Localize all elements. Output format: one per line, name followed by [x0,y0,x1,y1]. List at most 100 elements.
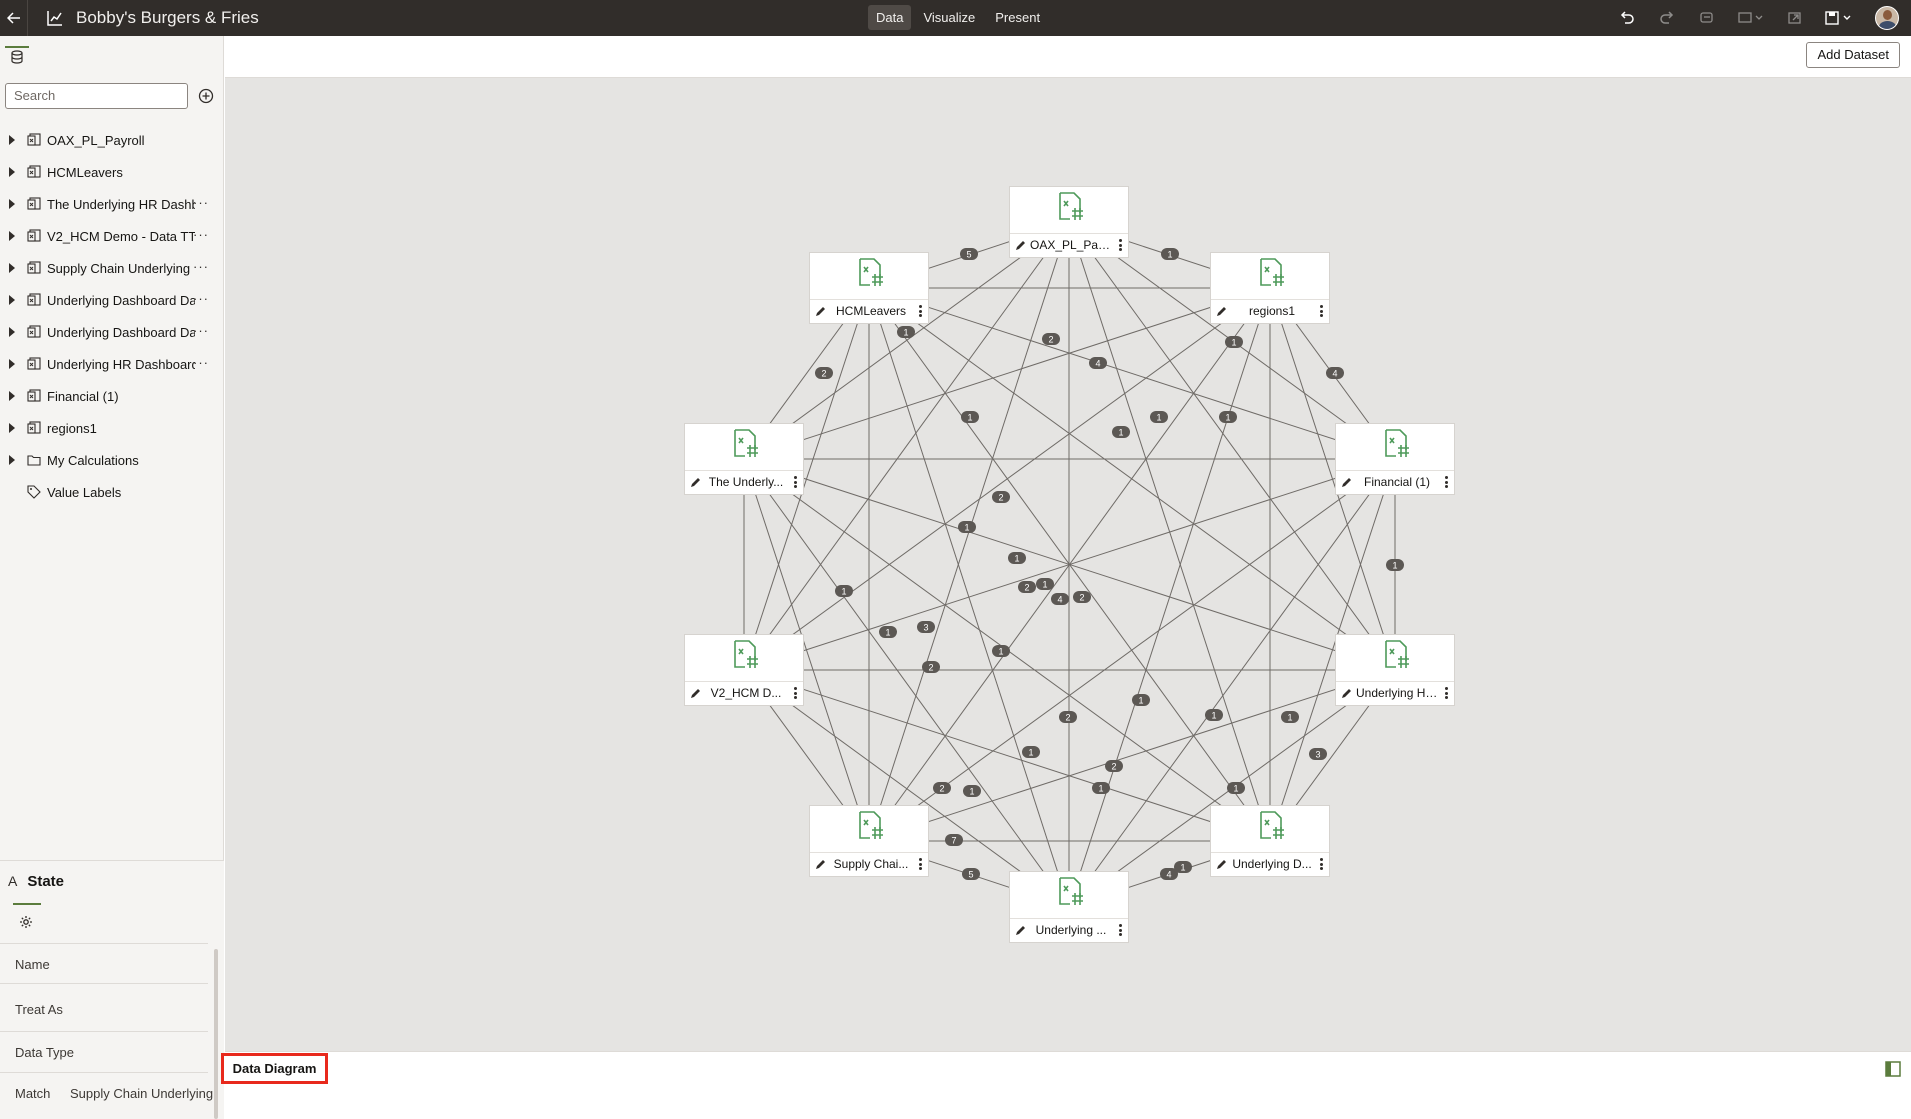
pencil-icon[interactable] [1341,476,1353,488]
dataset-node[interactable]: Underlying HR... [1335,634,1455,706]
pencil-icon[interactable] [1216,305,1228,317]
dataset-node[interactable]: Financial (1) [1335,423,1455,495]
dataset-node[interactable]: Underlying ... [1009,871,1129,943]
property-match-row[interactable]: Match Supply Chain Underlying [0,1072,213,1112]
join-count-badge[interactable]: 5 [960,248,978,260]
join-count-badge[interactable]: 1 [963,785,981,797]
expand-caret-icon[interactable] [9,199,15,209]
join-count-badge[interactable]: 1 [1225,336,1243,348]
dataset-node[interactable]: HCMLeavers [809,252,929,324]
pencil-icon[interactable] [690,476,702,488]
expand-caret-icon[interactable] [9,167,15,177]
join-count-badge[interactable]: 2 [1105,760,1123,772]
kebab-menu-icon[interactable] [1318,304,1324,318]
mode-data-tab[interactable]: Data [868,5,912,30]
join-count-badge[interactable]: 2 [1042,333,1060,345]
join-count-badge[interactable]: 3 [917,621,935,633]
join-count-badge[interactable]: 1 [1205,709,1223,721]
join-count-badge[interactable]: 1 [958,521,976,533]
tree-item[interactable]: Underlying HR Dashboard ··· [0,348,222,380]
kebab-menu-icon[interactable] [1117,238,1123,252]
join-count-badge[interactable]: 2 [933,782,951,794]
dataset-node[interactable]: OAX_PL_Payr... [1009,186,1129,258]
kebab-menu-icon[interactable] [1443,475,1449,489]
user-menu[interactable] [1863,0,1911,36]
tab-data-diagram[interactable]: Data Diagram [221,1053,328,1084]
more-actions-icon[interactable]: ··· [193,259,209,274]
add-plus-icon[interactable] [198,88,214,104]
join-count-badge[interactable]: 1 [1386,559,1404,571]
join-count-badge[interactable]: 1 [1227,782,1245,794]
property-data-type-row[interactable]: Data Type [0,1031,208,1071]
export-button[interactable] [1775,0,1815,36]
dataset-node[interactable]: regions1 [1210,252,1330,324]
kebab-menu-icon[interactable] [1117,923,1123,937]
tree-item[interactable]: My Calculations [0,444,222,476]
expand-caret-icon[interactable] [9,359,15,369]
tree-item[interactable]: Supply Chain Underlying ··· [0,252,222,284]
join-count-badge[interactable]: 4 [1051,593,1069,605]
join-count-badge[interactable]: 2 [1018,581,1036,593]
join-count-badge[interactable]: 4 [1326,367,1344,379]
kebab-menu-icon[interactable] [792,686,798,700]
join-count-badge[interactable]: 1 [897,326,915,338]
join-count-badge[interactable]: 1 [879,626,897,638]
tree-item[interactable]: Value Labels [0,476,222,508]
expand-caret-icon[interactable] [9,327,15,337]
kebab-menu-icon[interactable] [917,304,923,318]
join-count-badge[interactable]: 1 [1112,426,1130,438]
more-actions-icon[interactable]: ··· [193,355,209,370]
join-count-badge[interactable]: 1 [1281,711,1299,723]
join-count-badge[interactable]: 1 [1008,552,1026,564]
join-count-badge[interactable]: 2 [815,367,833,379]
mode-present-tab[interactable]: Present [987,5,1048,30]
join-count-badge[interactable]: 1 [835,585,853,597]
tree-item[interactable]: HCMLeavers [0,156,222,188]
tree-item[interactable]: Underlying Dashboard Da ··· [0,316,222,348]
pencil-icon[interactable] [1216,858,1228,870]
dataset-node[interactable]: V2_HCM D... [684,634,804,706]
kebab-menu-icon[interactable] [1318,857,1324,871]
join-count-badge[interactable]: 1 [1150,411,1168,423]
expand-caret-icon[interactable] [9,231,15,241]
dataset-node[interactable]: Supply Chai... [809,805,929,877]
search-input[interactable]: Search [5,83,188,109]
more-actions-icon[interactable]: ··· [193,291,209,306]
join-count-badge[interactable]: 1 [992,645,1010,657]
save-button[interactable] [1815,0,1863,36]
tree-item[interactable]: Underlying Dashboard Da ··· [0,284,222,316]
join-count-badge[interactable]: 2 [922,661,940,673]
pencil-icon[interactable] [690,687,702,699]
properties-panel-toggle-icon[interactable] [1885,1061,1901,1077]
expand-caret-icon[interactable] [9,423,15,433]
kebab-menu-icon[interactable] [1443,686,1449,700]
tree-item[interactable]: V2_HCM Demo - Data TT ··· [0,220,222,252]
join-count-badge[interactable]: 1 [1161,248,1179,260]
redo-button[interactable] [1647,0,1687,36]
expand-caret-icon[interactable] [9,391,15,401]
more-actions-icon[interactable]: ··· [193,323,209,338]
join-count-badge[interactable]: 5 [962,868,980,880]
properties-scrollbar[interactable] [214,949,218,1119]
join-count-badge[interactable]: 1 [1219,411,1237,423]
join-count-badge[interactable]: 1 [961,411,979,423]
kebab-menu-icon[interactable] [792,475,798,489]
comments-button[interactable] [1727,0,1775,36]
pencil-icon[interactable] [1015,239,1027,251]
join-count-badge[interactable]: 2 [992,491,1010,503]
tree-item[interactable]: The Underlying HR Dashb ··· [0,188,222,220]
more-actions-icon[interactable]: ··· [193,227,209,242]
join-count-badge[interactable]: 4 [1089,357,1107,369]
join-count-badge[interactable]: 1 [1036,578,1054,590]
property-treat-as-row[interactable]: Treat As [0,983,208,1017]
property-name-row[interactable]: Name [0,943,208,983]
join-line[interactable] [868,287,1396,671]
refresh-data-button[interactable] [1687,0,1727,36]
join-count-badge[interactable]: 7 [945,834,963,846]
join-count-badge[interactable]: 3 [1309,748,1327,760]
expand-caret-icon[interactable] [9,263,15,273]
gear-icon[interactable] [19,915,33,929]
dataset-node[interactable]: The Underly... [684,423,804,495]
join-count-badge[interactable]: 1 [1022,746,1040,758]
mode-visualize-tab[interactable]: Visualize [915,5,983,30]
